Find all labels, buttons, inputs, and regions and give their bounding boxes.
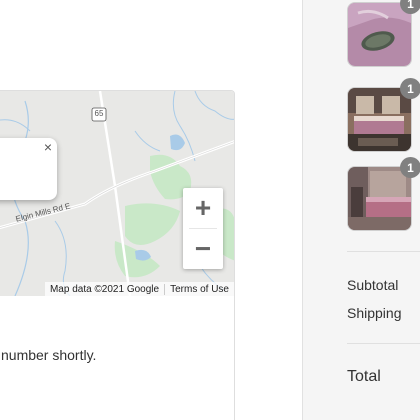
- highway-shield-label: 65: [94, 109, 104, 118]
- summary-divider: [347, 251, 420, 252]
- bedroom-set-image: [348, 88, 411, 151]
- quantity-badge: 1: [400, 78, 420, 99]
- zoom-out-button[interactable]: −: [183, 229, 223, 269]
- terms-of-use-link[interactable]: Terms of Use: [164, 283, 234, 295]
- subtotal-label: Subtotal: [347, 277, 399, 293]
- order-summary: 1 1 1 Subtotal Shipping Total: [302, 0, 420, 420]
- location-map[interactable]: 65 Elgin Mills Rd E × + − Map data ©2021…: [0, 91, 234, 296]
- bedroom-set-image: [348, 167, 411, 230]
- silk-eye-mask-image: [348, 3, 411, 66]
- product-thumbnail: 1: [347, 78, 420, 152]
- zoom-in-button[interactable]: +: [183, 188, 223, 228]
- confirmation-message: number shortly.: [1, 347, 97, 363]
- shipping-label: Shipping: [347, 305, 402, 321]
- map-zoom-control: + −: [183, 188, 223, 269]
- product-thumbnail: 1: [347, 157, 420, 231]
- map-info-popup: ×: [0, 138, 57, 200]
- order-status-card: 65 Elgin Mills Rd E × + − Map data ©2021…: [0, 90, 235, 420]
- map-data-credit: Map data ©2021 Google: [49, 283, 160, 295]
- map-attribution: Map data ©2021 Google Terms of Use: [44, 282, 234, 296]
- total-label: Total: [347, 368, 381, 385]
- close-icon[interactable]: ×: [44, 140, 52, 154]
- quantity-badge: 1: [400, 157, 420, 178]
- summary-divider: [347, 343, 420, 344]
- main-content: 65 Elgin Mills Rd E × + − Map data ©2021…: [0, 0, 302, 420]
- product-thumbnail: 1: [347, 0, 420, 67]
